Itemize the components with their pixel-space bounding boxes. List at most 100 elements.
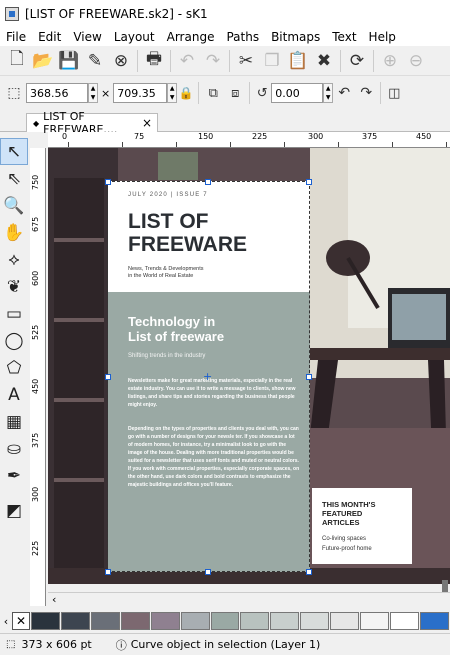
zoom-out-icon[interactable]: ⊖	[403, 48, 429, 74]
resize-handle[interactable]	[306, 569, 312, 575]
ruler-label: 225	[31, 540, 40, 556]
menu-arrange[interactable]: Arrange	[161, 30, 221, 44]
resize-handle[interactable]	[205, 569, 211, 575]
rotate-right-icon[interactable]: ↷	[355, 80, 377, 106]
menu-view[interactable]: View	[67, 30, 107, 44]
resize-handle[interactable]	[205, 179, 211, 185]
status-message: Curve object in selection (Layer 1)	[130, 638, 321, 651]
polyline-tool-icon[interactable]: ⟡	[0, 246, 28, 273]
save-as-icon[interactable]: ✎	[82, 48, 108, 74]
delete-icon[interactable]: ✖	[311, 48, 337, 74]
height-spinner[interactable]: ▲ ▼	[167, 83, 178, 103]
toolbar-separator	[198, 82, 200, 104]
toolbox: ↖ ⇖ 🔍 ✋ ⟡ ❦ ▭ ◯ ⬠ A ▦ ⛀ ✒ ◩	[0, 138, 28, 608]
fill-tool-icon[interactable]: ⛀	[0, 435, 28, 462]
zoom-in-icon[interactable]: ⊕	[377, 48, 403, 74]
ruler-tick	[68, 142, 69, 147]
move-to-back-icon[interactable]: ⧉	[202, 80, 224, 106]
ellipse-tool-icon[interactable]: ◯	[0, 327, 28, 354]
menu-text[interactable]: Text	[326, 30, 362, 44]
angle-spinner[interactable]: ▲ ▼	[323, 83, 334, 103]
selection-tool-icon[interactable]: ↖	[0, 138, 28, 165]
rotate-left-icon[interactable]: ↶	[333, 80, 355, 106]
color-swatch[interactable]	[360, 612, 390, 630]
close-tab-icon[interactable]: ×	[142, 116, 152, 130]
window-title: [LIST OF FREEWARE.sk2] - sK1	[25, 7, 208, 21]
vertical-scrollbar-thumb[interactable]	[442, 580, 448, 592]
copy-icon[interactable]: ❐	[259, 48, 285, 74]
featured-title-line2: FEATURED	[322, 509, 363, 518]
angle-field[interactable]	[271, 83, 324, 103]
lock-ratio-icon[interactable]: 🔒	[177, 80, 195, 106]
color-swatch[interactable]	[150, 612, 180, 630]
refresh-icon[interactable]: ⟳	[344, 48, 370, 74]
color-swatch[interactable]	[390, 612, 419, 630]
fill-stroke-indicator-icon[interactable]: ◩	[0, 497, 28, 524]
scroll-left-icon[interactable]: ‹	[52, 593, 56, 606]
cut-icon[interactable]: ✂	[233, 48, 259, 74]
height-field[interactable]	[113, 83, 168, 103]
size-icon: ⬚	[6, 639, 16, 650]
color-swatch[interactable]	[60, 612, 90, 630]
open-file-icon[interactable]: 📂	[30, 48, 56, 74]
color-swatch[interactable]	[120, 612, 150, 630]
resize-handle[interactable]	[306, 374, 312, 380]
color-swatch[interactable]	[31, 612, 60, 630]
color-swatch[interactable]	[419, 612, 449, 630]
resize-handle[interactable]	[105, 179, 111, 185]
paste-icon[interactable]: 📋	[285, 48, 311, 74]
move-to-front-icon[interactable]: ⧈	[224, 80, 246, 106]
pan-tool-icon[interactable]: ✋	[0, 219, 28, 246]
width-field[interactable]	[26, 83, 88, 103]
color-swatch[interactable]	[210, 612, 240, 630]
color-swatch[interactable]	[90, 612, 120, 630]
ruler-label: 225	[252, 132, 268, 141]
ruler-label: 675	[31, 216, 40, 232]
color-swatch[interactable]	[300, 612, 330, 630]
menu-paths[interactable]: Paths	[220, 30, 265, 44]
property-toolbar: ⬚ ▲▼ × ▲▼ 🔒 ⧉ ⧈ ↺ ▲▼ ↶ ↷ ◫	[0, 78, 450, 108]
zoom-tool-icon[interactable]: 🔍	[0, 192, 28, 219]
menu-layout[interactable]: Layout	[108, 30, 161, 44]
drawing-canvas[interactable]: JULY 2020 | ISSUE 7 LIST OF FREEWARE New…	[48, 148, 450, 584]
no-color-swatch-icon[interactable]: ✕	[12, 612, 30, 630]
ruler-tick	[122, 142, 123, 147]
text-tool-icon[interactable]: A	[0, 381, 28, 408]
horizontal-scrollbar[interactable]: ‹	[48, 592, 450, 608]
featured-title-line3: ARTICLES	[322, 518, 360, 527]
menu-bitmaps[interactable]: Bitmaps	[265, 30, 326, 44]
save-icon[interactable]: 💾	[56, 48, 82, 74]
mirror-horizontal-icon[interactable]: ◫	[384, 80, 404, 106]
stroke-tool-icon[interactable]: ✒	[0, 462, 28, 489]
color-palette: ‹ ✕	[0, 612, 450, 630]
redo-icon[interactable]: ↷	[200, 48, 226, 74]
ruler-tick	[446, 142, 447, 147]
color-swatch[interactable]	[270, 612, 300, 630]
close-document-icon[interactable]: ⊗	[108, 48, 134, 74]
document-tabs: ◆ LIST OF FREEWARE.... ×	[0, 110, 450, 136]
menu-edit[interactable]: Edit	[32, 30, 67, 44]
print-icon[interactable]: 🖶	[141, 48, 167, 74]
new-document-icon[interactable]: 🗋	[4, 48, 30, 74]
bezier-tool-icon[interactable]: ❦	[0, 273, 28, 300]
rectangle-tool-icon[interactable]: ▭	[0, 300, 28, 327]
resize-handle[interactable]	[306, 179, 312, 185]
node-tool-icon[interactable]: ⇖	[0, 165, 28, 192]
color-swatch[interactable]	[330, 612, 360, 630]
menu-file[interactable]: File	[0, 30, 32, 44]
polygon-tool-icon[interactable]: ⬠	[0, 354, 28, 381]
color-swatch[interactable]	[180, 612, 210, 630]
document-tab[interactable]: ◆ LIST OF FREEWARE.... ×	[26, 110, 158, 136]
toolbar-separator	[229, 49, 230, 72]
undo-icon[interactable]: ↶	[174, 48, 200, 74]
color-swatch[interactable]	[240, 612, 270, 630]
ruler-label: 375	[362, 132, 378, 141]
resize-handle[interactable]	[105, 569, 111, 575]
palette-scroll-left-icon[interactable]: ‹	[0, 612, 12, 630]
gradient-tool-icon[interactable]: ▦	[0, 408, 28, 435]
width-spinner[interactable]: ▲ ▼	[88, 83, 98, 103]
status-bar: ⬚ 373 x 606 pt ⓘ Curve object in selecti…	[0, 633, 450, 655]
resize-handle[interactable]	[105, 374, 111, 380]
featured-item-1: Co-living spaces	[322, 536, 367, 542]
menu-help[interactable]: Help	[363, 30, 402, 44]
